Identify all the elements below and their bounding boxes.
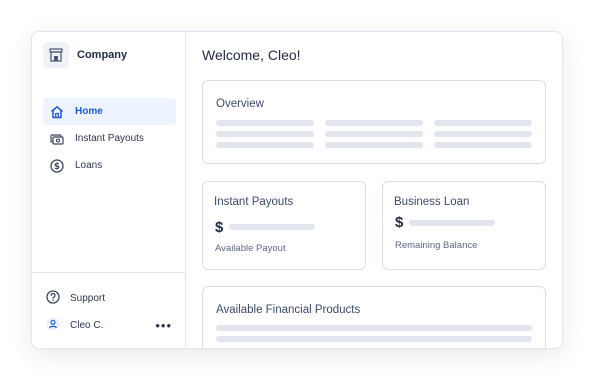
cash-icon xyxy=(49,131,65,147)
dollar-circle-icon: $ xyxy=(49,158,65,174)
payout-caption: Available Payout xyxy=(215,243,286,254)
financial-products-title: Available Financial Products xyxy=(216,304,361,316)
placeholder-bar xyxy=(325,142,423,148)
user-name: Cleo C. xyxy=(70,320,104,331)
business-loan-title: Business Loan xyxy=(394,196,470,208)
placeholder-bar xyxy=(216,325,532,331)
company-header: Company xyxy=(43,42,127,68)
placeholder-bar xyxy=(434,142,532,148)
company-name: Company xyxy=(77,49,128,61)
support-link[interactable]: Support xyxy=(46,290,105,307)
support-label: Support xyxy=(70,293,106,304)
sidebar-footer: Support Cleo C. ••• xyxy=(32,272,186,348)
user-menu: Cleo C. ••• xyxy=(46,317,172,334)
placeholder-bar xyxy=(325,120,423,126)
placeholder-bar xyxy=(216,336,532,342)
home-icon xyxy=(49,104,65,120)
sidebar-item-label: Loans xyxy=(75,160,103,171)
placeholder-bar xyxy=(216,120,314,126)
storefront-icon xyxy=(43,42,69,68)
overview-title: Overview xyxy=(216,98,264,110)
sidebar-item-label: Home xyxy=(75,106,103,117)
sidebar-item-instant-payouts[interactable]: Instant Payouts xyxy=(43,125,176,152)
placeholder-bar xyxy=(409,220,495,226)
sidebar-item-loans[interactable]: $ Loans xyxy=(43,152,176,179)
sidebar-item-home[interactable]: Home xyxy=(43,98,176,125)
placeholder-bar xyxy=(434,131,532,137)
placeholder-bar xyxy=(229,224,315,230)
overview-card: Overview xyxy=(202,80,546,164)
sidebar-nav: Home Instant Payouts $ Loans xyxy=(43,98,176,179)
app-window: Company Home Instant Payouts $ Loans Sup… xyxy=(31,31,563,349)
loan-caption: Remaining Balance xyxy=(395,240,478,251)
sidebar-item-label: Instant Payouts xyxy=(75,133,144,144)
main-content: Welcome, Cleo! Overview Instant Payouts … xyxy=(186,32,562,348)
placeholder-bar xyxy=(216,142,314,148)
more-options-icon[interactable]: ••• xyxy=(155,319,172,332)
placeholder-bar xyxy=(216,131,314,137)
placeholder-bar xyxy=(434,120,532,126)
payout-amount: $ xyxy=(215,219,224,236)
loan-amount: $ xyxy=(395,214,404,231)
sidebar: Company Home Instant Payouts $ Loans Sup… xyxy=(32,32,186,348)
instant-payouts-card[interactable]: Instant Payouts $ Available Payout xyxy=(202,181,366,270)
financial-products-card: Available Financial Products xyxy=(202,286,546,348)
instant-payouts-title: Instant Payouts xyxy=(214,196,294,208)
help-circle-icon xyxy=(46,290,60,307)
user-icon xyxy=(46,317,60,334)
business-loan-card[interactable]: Business Loan $ Remaining Balance xyxy=(382,181,546,270)
placeholder-bar xyxy=(325,131,423,137)
page-title: Welcome, Cleo! xyxy=(202,47,301,63)
svg-text:$: $ xyxy=(54,162,60,172)
